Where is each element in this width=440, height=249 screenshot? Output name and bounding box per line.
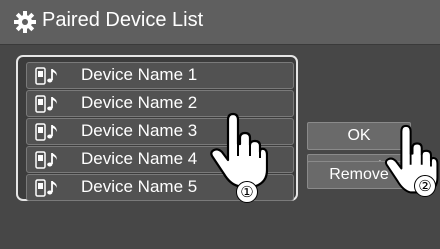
gear-icon bbox=[14, 11, 36, 33]
page-title: Paired Device List bbox=[42, 9, 204, 31]
device-name: Device Name 5 bbox=[81, 177, 198, 196]
phone-music-icon bbox=[35, 67, 61, 85]
step-callout-2: ② bbox=[414, 175, 436, 197]
phone-music-icon bbox=[35, 179, 61, 197]
title-bar: Paired Device List bbox=[0, 0, 440, 45]
step-callout-1: ① bbox=[236, 181, 258, 203]
hand-pointer-icon bbox=[210, 112, 268, 188]
device-name: Device Name 1 bbox=[81, 65, 198, 84]
phone-music-icon bbox=[35, 95, 61, 113]
device-list-item-1[interactable]: Device Name 1 bbox=[26, 62, 294, 89]
device-name: Device Name 2 bbox=[81, 93, 198, 112]
device-name: Device Name 4 bbox=[81, 149, 198, 168]
phone-music-icon bbox=[35, 151, 61, 169]
phone-music-icon bbox=[35, 123, 61, 141]
device-name: Device Name 3 bbox=[81, 121, 198, 140]
